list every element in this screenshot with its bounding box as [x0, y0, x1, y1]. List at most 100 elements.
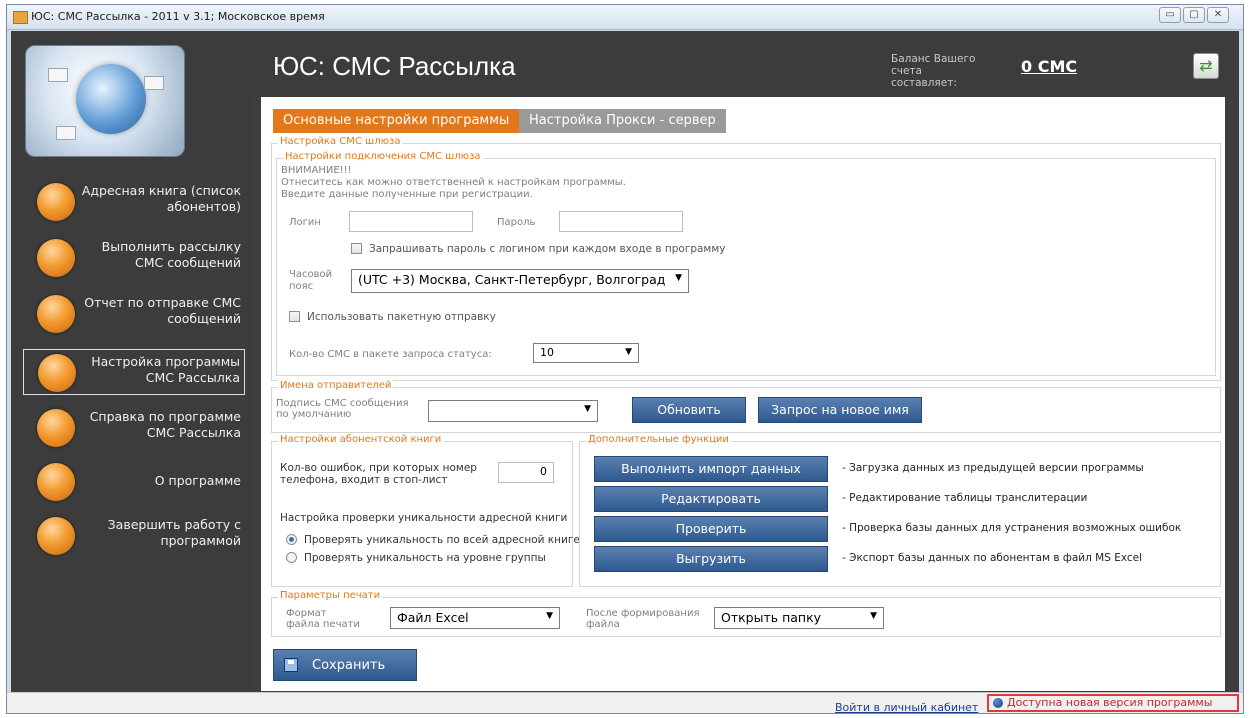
timezone-select[interactable]: (UTC +3) Москва, Санкт-Петербург, Волгог…	[351, 269, 689, 293]
chevron-down-icon: ▼	[625, 347, 632, 357]
close-button[interactable]: ✕	[1207, 7, 1229, 23]
sidebar-item-send-sms[interactable]: Выполнить рассылку СМС сообщений	[23, 235, 245, 281]
unique-title: Настройка проверки уникальности адресной…	[280, 512, 568, 524]
sidebar-item-about[interactable]: О программе	[23, 459, 245, 505]
envelope-icon	[56, 126, 76, 140]
warning-line: Отнеситесь как можно ответственней к нас…	[281, 177, 626, 188]
abonent-legend: Настройки абонентской книги	[278, 434, 444, 445]
packet-send-label: Использовать пакетную отправку	[307, 311, 496, 323]
orange-ball-icon	[37, 295, 75, 333]
save-button[interactable]: Сохранить	[273, 649, 417, 681]
errors-field[interactable]: 0	[498, 462, 554, 483]
ask-password-checkbox[interactable]	[351, 243, 362, 254]
client-area: Адресная книга (список абонентов) Выполн…	[11, 31, 1239, 693]
ask-password-label: Запрашивать пароль с логином при каждом …	[369, 243, 726, 255]
connection-legend: Настройки подключения СМС шлюза	[283, 151, 483, 162]
orange-ball-icon	[37, 517, 75, 555]
print-legend: Параметры печати	[278, 590, 383, 601]
edit-translit-button[interactable]: Редактировать	[594, 486, 828, 512]
title-bar: ЮС: СМС Рассылка - 2011 v 3.1; Московско…	[7, 5, 1243, 30]
login-field[interactable]	[349, 211, 473, 232]
signature-select[interactable]: ▼	[428, 400, 598, 422]
status-count-label: Кол-во СМС в пакете запроса статуса:	[289, 349, 492, 360]
after-action-select[interactable]: Открыть папку ▼	[714, 607, 884, 629]
password-field[interactable]	[559, 211, 683, 232]
account-link[interactable]: Войти в личный кабинет	[835, 701, 978, 714]
senders-section: Имена отправителей Подпись СМС сообщения…	[271, 380, 1221, 433]
minimize-button[interactable]: ▭	[1159, 7, 1181, 23]
app-window: ЮС: СМС Рассылка - 2011 v 3.1; Московско…	[6, 4, 1244, 714]
sidebar-item-label: Выполнить рассылку СМС сообщений	[101, 239, 241, 270]
sidebar-item-help[interactable]: Справка по программе СМС Рассылка	[23, 405, 245, 451]
sidebar-item-address-book[interactable]: Адресная книга (список абонентов)	[23, 179, 245, 225]
window-title: ЮС: СМС Рассылка - 2011 v 3.1; Московско…	[31, 10, 325, 23]
password-label: Пароль	[497, 217, 536, 228]
after-label: После формирования	[586, 608, 700, 619]
signature-label: Подпись СМС сообщения	[276, 398, 409, 409]
balance-value[interactable]: 0 СМС	[1021, 57, 1077, 76]
refresh-senders-button[interactable]: Обновить	[632, 397, 746, 423]
status-count-select[interactable]: 10 ▼	[533, 343, 639, 363]
sidebar-item-label: О программе	[154, 473, 241, 488]
refresh-balance-button[interactable]: ⇄	[1193, 53, 1219, 79]
sidebar: Адресная книга (список абонентов) Выполн…	[11, 31, 251, 693]
senders-legend: Имена отправителей	[278, 380, 394, 391]
maximize-button[interactable]: ▢	[1183, 7, 1205, 23]
gateway-section: Настройка СМС шлюза Настройки подключени…	[271, 136, 1221, 381]
orange-ball-icon	[37, 409, 75, 447]
print-format-value: Файл Excel	[397, 610, 469, 625]
timezone-value: (UTC +3) Москва, Санкт-Петербург, Волгог…	[358, 272, 666, 287]
chevron-down-icon: ▼	[546, 611, 553, 621]
status-bar: Войти в личный кабинет Доступна новая ве…	[7, 692, 1243, 715]
check-db-desc: - Проверка базы данных для устранения во…	[842, 522, 1182, 534]
status-count-value: 10	[540, 346, 554, 359]
request-name-button[interactable]: Запрос на новое имя	[758, 397, 922, 423]
gateway-connection-section: Настройки подключения СМС шлюза ВНИМАНИЕ…	[276, 151, 1216, 376]
errors-label: Кол-во ошибок, при которых номер	[280, 462, 477, 474]
sidebar-item-label: Отчет по отправке СМС сообщений	[84, 295, 241, 326]
tab-proxy-settings[interactable]: Настройка Прокси - сервер	[519, 109, 726, 133]
login-label: Логин	[289, 217, 321, 228]
print-format-select[interactable]: Файл Excel ▼	[390, 607, 560, 629]
import-data-button[interactable]: Выполнить импорт данных	[594, 456, 828, 482]
export-button[interactable]: Выгрузить	[594, 546, 828, 572]
radio-unique-group[interactable]	[286, 552, 297, 563]
format-label: Формат	[286, 608, 327, 619]
envelope-icon	[144, 76, 164, 90]
settings-panel: Основные настройки программы Настройка П…	[261, 97, 1225, 691]
floppy-disk-icon	[284, 658, 298, 672]
orange-ball-icon	[37, 463, 75, 501]
sidebar-item-label: Адресная книга (список абонентов)	[81, 183, 241, 214]
export-desc: - Экспорт базы данных по абонентам в фай…	[842, 552, 1143, 564]
tab-main-settings[interactable]: Основные настройки программы	[273, 109, 520, 133]
save-button-label: Сохранить	[312, 658, 386, 673]
chevron-down-icon: ▼	[675, 273, 682, 283]
sidebar-item-report[interactable]: Отчет по отправке СМС сообщений	[23, 291, 245, 337]
chevron-down-icon: ▼	[870, 611, 877, 621]
abonent-section: Настройки абонентской книги Кол-во ошибо…	[271, 434, 580, 587]
globe-icon	[76, 64, 146, 134]
print-section: Параметры печати Формат файла печати Фай…	[271, 590, 1221, 637]
extra-legend: Дополнительные функции	[586, 434, 731, 445]
new-version-notice[interactable]: Доступна новая версия программы	[987, 694, 1239, 712]
chevron-down-icon: ▼	[584, 404, 591, 414]
packet-send-checkbox[interactable]	[289, 311, 300, 322]
timezone-label: Часовой	[289, 269, 333, 280]
radio-unique-all[interactable]	[286, 534, 297, 545]
signature-label: по умолчанию	[276, 409, 352, 420]
gateway-legend: Настройка СМС шлюза	[278, 136, 403, 147]
format-label: файла печати	[286, 619, 360, 630]
edit-translit-desc: - Редактирование таблицы транслитерации	[842, 492, 1088, 504]
sidebar-item-settings[interactable]: Настройка программы СМС Рассылка	[23, 349, 245, 395]
balance-caption: Баланс Вашего счета составляет:	[891, 53, 976, 89]
sidebar-item-label: Завершить работу с программой	[107, 517, 241, 548]
header: ЮС: СМС Рассылка Баланс Вашего счета сос…	[251, 31, 1239, 97]
sidebar-item-exit[interactable]: Завершить работу с программой	[23, 513, 245, 559]
after-action-value: Открыть папку	[721, 610, 822, 625]
warning-title: ВНИМАНИЕ!!!	[281, 165, 352, 176]
app-icon	[13, 11, 28, 24]
account-link-wrap: Войти в личный кабинет	[835, 696, 978, 715]
refresh-icon: ⇄	[1199, 56, 1213, 75]
orange-ball-icon	[38, 354, 76, 392]
check-db-button[interactable]: Проверить	[594, 516, 828, 542]
